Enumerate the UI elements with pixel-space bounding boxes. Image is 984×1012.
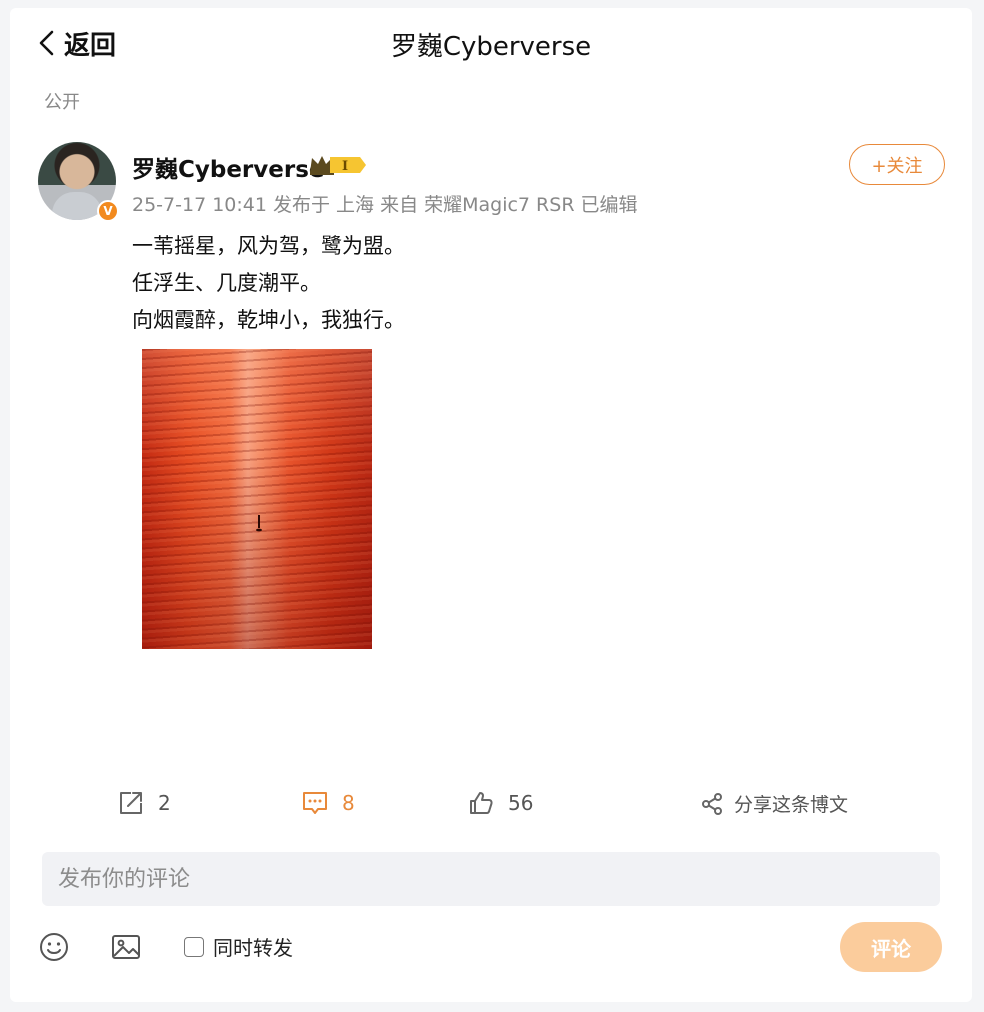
post-meta: 25-7-17 10:41 发布于 上海 来自 荣耀Magic7 RSR 已编辑 (132, 194, 638, 216)
share-label: 分享这条博文 (734, 794, 849, 816)
comment-input[interactable] (42, 852, 940, 906)
rank-badge-text: I (342, 159, 348, 174)
like-button[interactable]: 56 (468, 790, 533, 816)
visibility-label: 公开 (44, 92, 80, 113)
content-line: 一苇摇星，风为驾，鹭为盟。 (132, 234, 405, 258)
post-image[interactable] (142, 349, 372, 649)
post-content: 一苇摇星，风为驾，鹭为盟。 任浮生、几度潮平。 向烟霞醉，乾坤小，我独行。 (132, 228, 405, 339)
repost-checkbox-toggle[interactable]: 同时转发 (184, 932, 293, 961)
comment-button[interactable]: 8 (302, 790, 355, 816)
top-bar: 返回 罗巍Cyberverse (10, 8, 972, 78)
content-line: 向烟霞醉，乾坤小，我独行。 (132, 308, 405, 332)
comment-icon (303, 792, 327, 814)
like-count: 56 (508, 791, 534, 815)
share-icon (702, 792, 722, 815)
avatar-shoulders (52, 192, 102, 220)
repost-checkbox[interactable] (184, 936, 204, 957)
comment-count: 8 (342, 791, 355, 815)
paddleboarder-silhouette (256, 515, 262, 532)
share-button[interactable]: 分享这条博文 (700, 790, 848, 817)
repost-icon (120, 792, 142, 814)
post-detail-card: 返回 罗巍Cyberverse 公开 V 罗巍Cyberverse I 25-7… (10, 8, 972, 1002)
crown-rank-badge-icon: I (310, 156, 366, 175)
verified-badge-icon: V (97, 200, 119, 222)
repost-checkbox-label: 同时转发 (213, 936, 293, 960)
follow-button[interactable]: +关注 (849, 144, 945, 185)
page-title: 罗巍Cyberverse (390, 32, 592, 62)
image-icon[interactable] (110, 931, 142, 963)
emoji-icon[interactable] (38, 931, 70, 963)
author-name[interactable]: 罗巍Cyberverse (132, 150, 325, 184)
submit-comment-button[interactable]: 评论 (840, 922, 942, 972)
action-bar: 2 8 56 分享这条博文 (10, 780, 972, 830)
repost-button[interactable]: 2 (118, 790, 171, 816)
image-ripples (142, 349, 372, 649)
thumbs-up-icon (470, 792, 493, 814)
content-line: 任浮生、几度潮平。 (132, 271, 321, 295)
repost-count: 2 (158, 791, 171, 815)
